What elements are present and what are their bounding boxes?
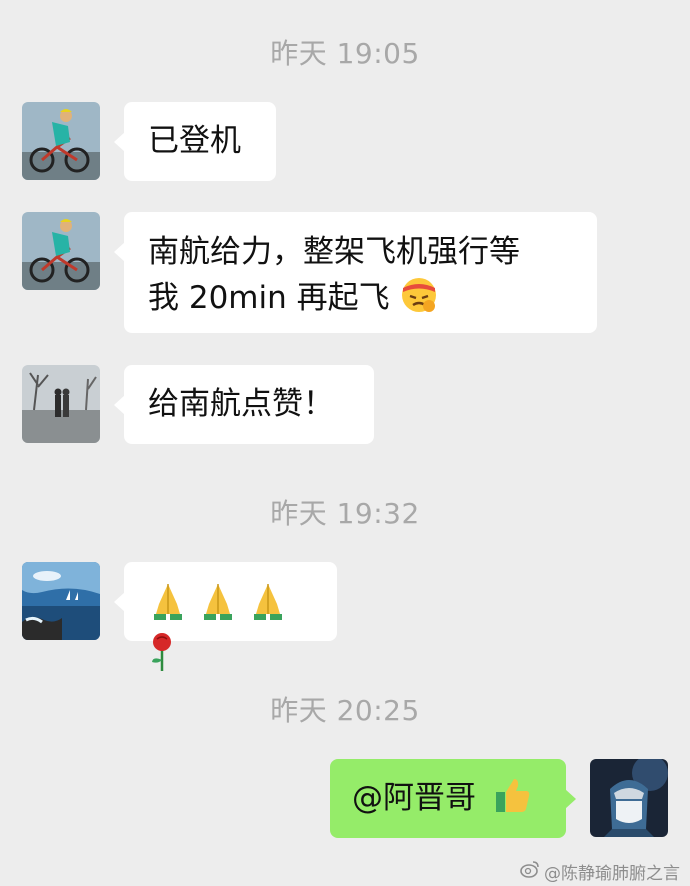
message-bubble[interactable]: 已登机 [114,102,276,181]
message-text-line: 南航给力，整架飞机强行等 [148,234,520,270]
pray-emoji-icon [198,582,238,632]
avatar-surgeon[interactable] [590,759,668,837]
timestamp: 昨天 19:32 [270,497,420,530]
my-message-bubble[interactable]: @阿晋哥 [330,759,576,838]
message-text: 已登机 [148,123,241,159]
avatar-cyclist[interactable] [22,102,100,180]
avatar-seascape[interactable] [22,562,100,640]
watermark: @陈静瑜肺腑之言 [520,859,680,884]
thumbs-up-emoji-icon [494,776,532,826]
message-bubble[interactable] [114,562,337,671]
timestamp: 昨天 20:25 [270,694,420,727]
pray-emoji-icon [248,582,288,632]
pray-emoji-icon [148,582,188,632]
timestamp: 昨天 19:05 [270,37,420,70]
avatar-couple[interactable] [22,365,100,443]
watermark-text: @陈静瑜肺腑之言 [544,864,680,884]
rose-emoji-icon [148,632,176,684]
message-bubble[interactable]: 南航给力，整架飞机强行等 我 20min 再起飞 [114,212,597,333]
message-bubble[interactable]: 给南航点赞！ [114,365,374,444]
avatar-cyclist[interactable] [22,212,100,290]
angry-headband-emoji-icon [399,274,439,326]
message-text-line: 我 20min 再起飞 [148,280,390,316]
weibo-icon [520,860,540,883]
message-text: @阿晋哥 [352,780,476,816]
message-text: 给南航点赞！ [148,386,334,422]
